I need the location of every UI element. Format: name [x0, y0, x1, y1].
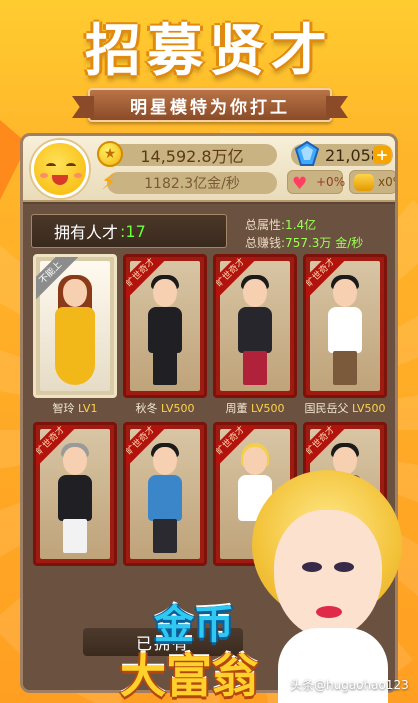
figure-dress [55, 307, 95, 385]
figure-head [63, 447, 87, 475]
talent-count: :17 [120, 221, 146, 241]
status-panel: ★ 14,592.8万亿 ⚡ 1182.3亿金/秒 21,058 + ♥ +0%… [23, 136, 395, 202]
mascot-face [274, 510, 382, 638]
talent-card[interactable]: 旷世奇才 [123, 422, 207, 566]
figure-legs [153, 351, 177, 385]
card-level: LV500 [161, 402, 195, 415]
talent-figure [140, 443, 190, 553]
figure-legs [333, 351, 357, 385]
talent-header: 拥有人才 :17 [31, 214, 227, 248]
income-value: 1182.3亿金/秒 [144, 176, 240, 192]
card-name: 智玲 [52, 402, 75, 415]
talent-card[interactable]: 旷世奇才 [123, 254, 207, 398]
avatar-cheek [74, 173, 82, 178]
talent-figure [50, 443, 100, 553]
mascot-eye [302, 562, 322, 572]
figure-head [243, 279, 267, 307]
logo-line-2: 大富翁 [120, 649, 258, 703]
banner-subtitle: 明星模特为你打工 [88, 88, 332, 122]
card-level: LV500 [251, 402, 285, 415]
mascot-eye [334, 562, 354, 572]
talent-card[interactable]: 旷世奇才 [33, 422, 117, 566]
figure-body [328, 307, 362, 353]
figure-legs [243, 351, 267, 385]
coin-boost-value: x0% [378, 175, 395, 189]
avatar-mouth [52, 175, 68, 185]
card-label: 秋冬 LV500 [120, 400, 210, 416]
figure-head [333, 279, 357, 307]
talent-card[interactable]: 不能上 [33, 254, 117, 398]
heart-boost-value: +0% [316, 175, 346, 189]
card-level: LV1 [78, 402, 98, 415]
money-value: 14,592.8万亿 [140, 147, 244, 166]
player-avatar[interactable] [31, 140, 89, 198]
total-attribute: 总属性:1.4亿 [245, 216, 316, 233]
card-name: 国民岳父 [304, 402, 349, 415]
total-attribute-value: :1.4亿 [281, 218, 317, 232]
figure-body [148, 307, 182, 353]
talent-card[interactable]: 旷世奇才 [303, 254, 387, 398]
card-label: 国民岳父 LV500 [300, 400, 390, 416]
total-attribute-label: 总属性 [245, 218, 282, 232]
talent-figure [140, 275, 190, 385]
avatar-eye [46, 163, 56, 169]
diamond-icon [295, 141, 319, 166]
talent-figure [320, 275, 370, 385]
total-earnings: 总赚钱:757.3万 金/秒 [245, 234, 363, 251]
talent-figure [230, 275, 280, 385]
heart-boost-button[interactable]: ♥ +0% [287, 170, 346, 194]
coin-stack-icon [354, 174, 374, 191]
money-display: ★ 14,592.8万亿 [97, 141, 277, 167]
diamond-display: 21,058 + [291, 141, 393, 166]
add-diamonds-button[interactable]: + [373, 146, 391, 164]
figure-legs [153, 519, 177, 553]
figure-head [153, 279, 177, 307]
gold-coin-icon: ★ [97, 141, 123, 167]
game-logo: 金币 大富翁 [120, 590, 290, 703]
avatar-eye [66, 163, 76, 169]
figure-body [238, 307, 272, 353]
coin-boost-button[interactable]: x0% [349, 170, 395, 194]
income-display: ⚡ 1182.3亿金/秒 [101, 170, 277, 195]
figure-legs [63, 519, 87, 553]
card-name: 秋冬 [135, 402, 158, 415]
figure-head [153, 447, 177, 475]
total-earnings-value: :757.3万 金/秒 [281, 236, 364, 250]
card-name: 周董 [225, 402, 248, 415]
mascot-lips [316, 606, 342, 618]
talent-figure [50, 275, 100, 385]
figure-body [148, 475, 182, 521]
figure-head [63, 279, 87, 307]
lightning-icon: ⚡ [101, 170, 117, 195]
card-label: 周董 LV500 [210, 400, 300, 416]
talent-header-label: 拥有人才 [54, 223, 119, 242]
heart-icon: ♥ [292, 174, 308, 194]
talent-card[interactable]: 旷世奇才 [213, 254, 297, 398]
card-label: 智玲 LV1 [30, 400, 120, 416]
card-level: LV500 [352, 402, 386, 415]
avatar-cheek [40, 173, 48, 178]
watermark: 头条@hugaohao123 [290, 678, 409, 692]
total-earnings-label: 总赚钱 [245, 236, 282, 250]
banner-title: 招募贤才 [85, 19, 333, 84]
figure-body [58, 475, 92, 521]
